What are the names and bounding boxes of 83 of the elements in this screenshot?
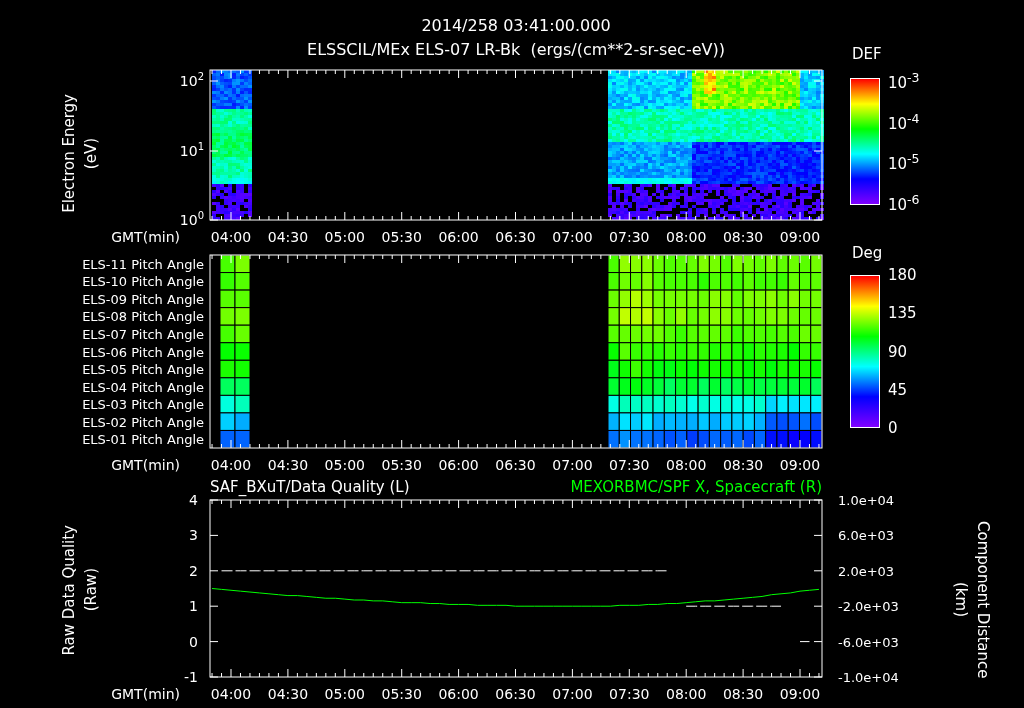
y-tick-label: 4 [189,492,198,508]
time-tick-label: 04:00 [210,229,252,245]
y-tick-label: 1.0e+04 [838,493,895,508]
axis-label: Raw Data Quality [60,524,78,656]
axis-label: (km) [952,582,970,618]
axis-label: (Raw) [82,568,100,612]
y-tick-label: 10$^{1}$ [179,141,204,159]
time-tick-label: 08:30 [722,229,764,245]
y-tick-label: -1 [184,669,198,685]
colorbar-title: DEF [852,46,882,62]
time-tick-label: 09:00 [779,229,821,245]
y-tick-label: -6.0e+03 [838,634,899,650]
time-tick-label: 08:30 [722,686,764,702]
y-tick-label: -2.0e+03 [838,599,899,615]
time-tick-label: 04:30 [267,686,309,702]
time-tick-label: 07:00 [552,457,593,473]
row-label: ELS-08 Pitch Angle [82,309,204,325]
time-tick-label: 09:00 [779,457,821,473]
y-tick-label: 10$^{2}$ [179,71,204,89]
colorbar-tick-label: 10$^{-5}$ [888,151,920,173]
time-tick-label: 06:30 [495,457,536,473]
y-tick-label: 0 [189,633,198,650]
time-tick-label: 04:00 [210,457,252,473]
row-label: ELS-01 Pitch Angle [82,432,204,448]
time-tick-label: 05:00 [324,457,365,473]
time-tick-label: 08:00 [666,457,707,473]
colorbar-tick-label: 90 [888,343,909,360]
row-label: ELS-05 Pitch Angle [82,362,204,378]
axis-label: GMT(min) [111,686,180,702]
axis-label: Component Distance [974,521,992,679]
time-tick-label: 05:00 [324,686,365,702]
y-tick-label: -1.0e+04 [838,670,899,685]
time-tick-label: 06:00 [438,686,479,702]
time-tick-label: 04:00 [210,686,252,702]
chart-title: SAF_BXuT/Data Quality (L) [210,478,410,496]
time-tick-label: 08:00 [666,229,707,245]
time-tick-label: 07:30 [609,457,650,473]
time-tick-label: 04:30 [267,457,309,473]
y-tick-label: 10$^{0}$ [179,210,204,228]
plot-title: 2014/258 03:41:00.000 [421,15,611,37]
colorbar-tick-label: 180 [888,267,917,283]
time-tick-label: 05:30 [381,229,422,245]
row-label: ELS-02 Pitch Angle [82,414,204,430]
row-label: ELS-04 Pitch Angle [82,379,204,395]
time-tick-label: 07:00 [552,229,593,245]
time-tick-label: 05:30 [381,457,422,473]
chart-title: MEXORBMC/SPF X, Spacecraft (R) [570,478,822,496]
time-tick-label: 09:00 [779,686,821,702]
time-tick-label: 08:30 [722,457,764,473]
row-label: ELS-11 Pitch Angle [82,256,204,272]
time-tick-label: 07:00 [552,686,593,702]
time-tick-label: 07:30 [609,229,650,245]
y-tick-label: 6.0e+03 [838,528,895,544]
row-label: ELS-07 Pitch Angle [82,326,204,342]
row-label: ELS-06 Pitch Angle [82,344,204,360]
y-tick-label: 1 [189,598,198,615]
time-tick-label: 06:30 [495,229,536,245]
colorbar-tick-label: 10$^{-3}$ [888,70,920,91]
colorbar-tick-label: 0 [888,420,899,436]
axis-label: GMT(min) [111,457,180,473]
time-tick-label: 08:00 [666,686,707,702]
time-tick-label: 05:30 [381,686,422,702]
time-tick-label: 06:00 [438,457,479,473]
row-label: ELS-03 Pitch Angle [82,397,204,413]
time-tick-label: 06:00 [438,229,479,245]
colorbar-title: Deg [852,245,883,261]
time-tick-label: 05:00 [324,229,365,245]
y-tick-label: 2 [189,562,198,579]
time-tick-label: 07:30 [609,686,650,702]
colorbar-tick-label: 10$^{-4}$ [888,110,920,132]
plot-title: ELSSCIL/MEx ELS-07 LR-Bk (ergs/(cm**2-sr-sec-eV)) [307,39,725,61]
y-tick-label: 3 [189,527,198,544]
colorbar-tick-label: 135 [888,305,917,322]
axis-label: Electron Energy [60,94,78,213]
row-label: ELS-10 Pitch Angle [82,274,204,290]
axis-label: (eV) [82,137,100,170]
colorbar-tick-label: 45 [888,381,909,398]
time-tick-label: 04:30 [267,229,309,245]
time-tick-label: 06:30 [495,686,536,702]
row-label: ELS-09 Pitch Angle [82,291,204,307]
axis-label: GMT(min) [111,229,180,245]
colorbar-tick-label: 10$^{-6}$ [888,191,920,213]
y-tick-label: 2.0e+03 [838,563,895,579]
